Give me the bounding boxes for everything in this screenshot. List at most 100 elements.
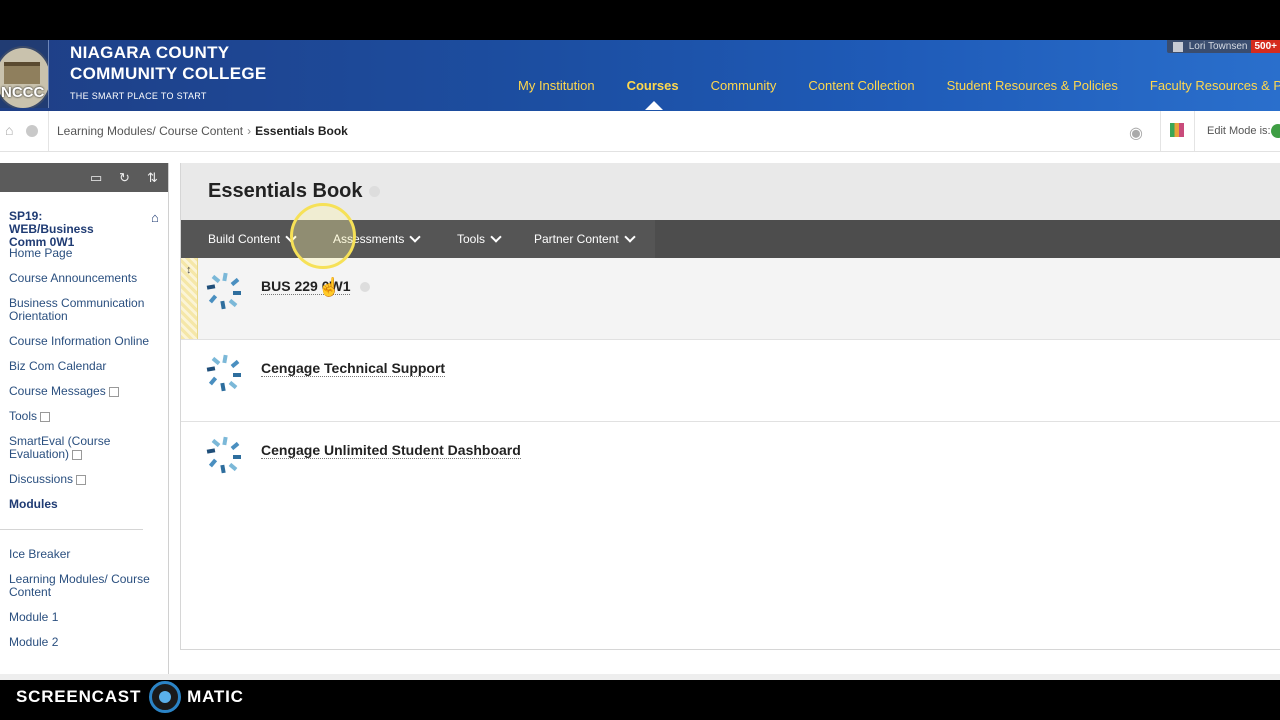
site-header: NCCC NIAGARA COUNTY COMMUNITY COLLEGE TH… (0, 40, 1280, 111)
drag-arrows-icon[interactable]: ↕ (186, 264, 192, 276)
breadcrumb-current: Essentials Book (255, 124, 348, 138)
external-link-icon: x (40, 411, 51, 422)
breadcrumb: Learning Modules/ Course Content › Essenti… (57, 124, 348, 138)
course-title[interactable]: SP19: WEB/Business Comm 0W1 (9, 210, 129, 249)
menu-item-discussions[interactable]: Discussionsx (9, 473, 159, 486)
menu-item-calendar[interactable]: Biz Com Calendar (9, 360, 159, 373)
menu-item-label: Course Announcements (9, 271, 138, 285)
top-navigation: My Institution Courses Community Content… (518, 78, 1280, 110)
tab-faculty-resources[interactable]: Faculty Resources & Polici (1150, 78, 1280, 93)
tools-button[interactable]: Tools (457, 231, 502, 246)
external-link-icon: x (72, 449, 83, 460)
page-title-text: Essentials Book (208, 180, 363, 202)
cengage-icon (206, 354, 241, 392)
content-item[interactable]: ↕ BUS 229 0W1 (181, 258, 1280, 340)
menu-divider (0, 529, 143, 530)
user-name[interactable]: Lori Townsen (1189, 41, 1252, 52)
menu-item-ice-breaker[interactable]: Ice Breaker (9, 548, 159, 561)
menu-item-label: Module 1 (9, 610, 59, 624)
chevron-circle-icon[interactable] (26, 125, 38, 137)
menu-item-label: Course Information Online (9, 334, 150, 348)
college-name-line1: NIAGARA COUNTY (70, 43, 230, 62)
edit-mode-label: Edit Mode is: (1207, 125, 1271, 137)
tab-my-institution[interactable]: My Institution (518, 78, 595, 93)
menu-divider-row (0, 529, 159, 530)
item-title-text: Cengage Technical Support (261, 360, 446, 376)
menu-item-label: Tools (9, 409, 38, 423)
college-name: NIAGARA COUNTY COMMUNITY COLLEGE (70, 42, 267, 84)
menu-item-label: SmartEval (Course Evaluation) (9, 434, 111, 461)
edit-mode-toggle[interactable] (1271, 124, 1280, 138)
content-item[interactable]: Cengage Unlimited Student Dashboard (181, 422, 1280, 503)
screencast-logo: SCREENCAST MATIC (16, 681, 244, 713)
course-menu-toolbar: ▭ ↻ ⇅ (0, 163, 168, 192)
tab-student-resources[interactable]: Student Resources & Policies (947, 78, 1118, 93)
tagline: THE SMART PLACE TO START (70, 91, 207, 101)
partner-content-button[interactable]: Partner Content (534, 231, 636, 246)
menu-item-orientation[interactable]: Business Communication Orientation (9, 297, 159, 323)
tab-community[interactable]: Community (711, 78, 777, 93)
divider (48, 111, 49, 151)
building-icon (4, 62, 40, 84)
brand-right: MATIC (187, 687, 244, 706)
chevron-down-icon (624, 231, 636, 243)
external-link-icon: x (108, 386, 119, 397)
notification-badge[interactable]: 500+ (1251, 40, 1280, 53)
external-link-icon: x (76, 474, 87, 485)
chevron-down-icon[interactable] (368, 186, 380, 198)
refresh-icon[interactable]: ↻ (119, 170, 130, 186)
active-tab-indicator (644, 101, 663, 110)
menu-item-course-information[interactable]: Course Information Online (9, 335, 159, 348)
action-label: Partner Content (534, 232, 619, 246)
action-label: Build Content (208, 232, 281, 246)
chevron-down-icon[interactable] (360, 282, 370, 292)
action-label: Tools (457, 232, 486, 246)
item-title-text: Cengage Unlimited Student Dashboard (261, 442, 521, 458)
menu-item-module-1[interactable]: Module 1 (9, 611, 159, 624)
college-name-line2: COMMUNITY COLLEGE (70, 64, 267, 83)
menu-item-module-2[interactable]: Module 2 (9, 636, 159, 649)
breadcrumb-parent[interactable]: Learning Modules/ Course Content (57, 124, 243, 138)
cursor-highlight (290, 203, 356, 269)
divider (1160, 111, 1161, 151)
menu-item-label: Module 2 (9, 635, 59, 649)
chevron-down-icon (490, 231, 502, 243)
build-content-button[interactable]: Build Content (208, 231, 297, 246)
menu-item-course-messages[interactable]: Course Messagesx (9, 385, 159, 398)
action-bar-band (655, 220, 1280, 258)
course-home-icon[interactable]: ⌂ (151, 210, 159, 225)
sort-icon[interactable]: ⇅ (147, 170, 158, 186)
tab-courses-label: Courses (626, 78, 679, 93)
logo-text: NCCC (1, 84, 45, 101)
menu-item-label: Course Messages (9, 384, 106, 398)
brand-left: SCREENCAST (16, 687, 142, 706)
menu-item-modules[interactable]: Modules (9, 498, 159, 511)
record-button-icon (149, 681, 182, 713)
menu-item-label: Business Communication Orientation (9, 296, 145, 323)
color-palette-icon[interactable] (1170, 123, 1184, 137)
menu-item-label: Learning Modules/ Course Content (9, 572, 150, 599)
menu-item-home-page[interactable]: Home Page (9, 247, 159, 260)
menu-item-learning-modules[interactable]: Learning Modules/ Course Content (9, 573, 159, 599)
course-menu: ▭ ↻ ⇅ SP19: WEB/Business Comm 0W1 ⌂ Home… (0, 163, 169, 680)
menu-item-label: Biz Com Calendar (9, 359, 107, 373)
item-title[interactable]: Cengage Unlimited Student Dashboard (261, 442, 521, 459)
hand-cursor-icon: ☝ (318, 277, 341, 297)
college-logo[interactable]: NCCC (0, 40, 49, 108)
menu-item-course-announcements[interactable]: Course Announcements (9, 272, 159, 285)
menu-item-smarteval[interactable]: SmartEval (Course Evaluation)x (9, 435, 159, 461)
tab-courses[interactable]: Courses (626, 78, 679, 110)
chevron-down-icon (409, 231, 422, 243)
tab-content-collection[interactable]: Content Collection (808, 78, 914, 93)
course-menu-list: Home Page Course Announcements Business … (0, 247, 159, 661)
content-item[interactable]: Cengage Technical Support (181, 340, 1280, 422)
page-title: Essentials Book (208, 180, 380, 203)
menu-item-tools[interactable]: Toolsx (9, 410, 159, 423)
home-icon[interactable]: ⌂ (5, 123, 19, 137)
student-preview-icon[interactable]: ◉ (1129, 123, 1143, 143)
status-bar (0, 674, 1280, 680)
folder-view-icon[interactable]: ▭ (90, 170, 102, 186)
user-menu[interactable]: Lori Townsen 500+ (1166, 40, 1280, 53)
recorded-with-label: RECORDED WITH (16, 662, 117, 674)
item-title[interactable]: Cengage Technical Support (261, 360, 446, 377)
